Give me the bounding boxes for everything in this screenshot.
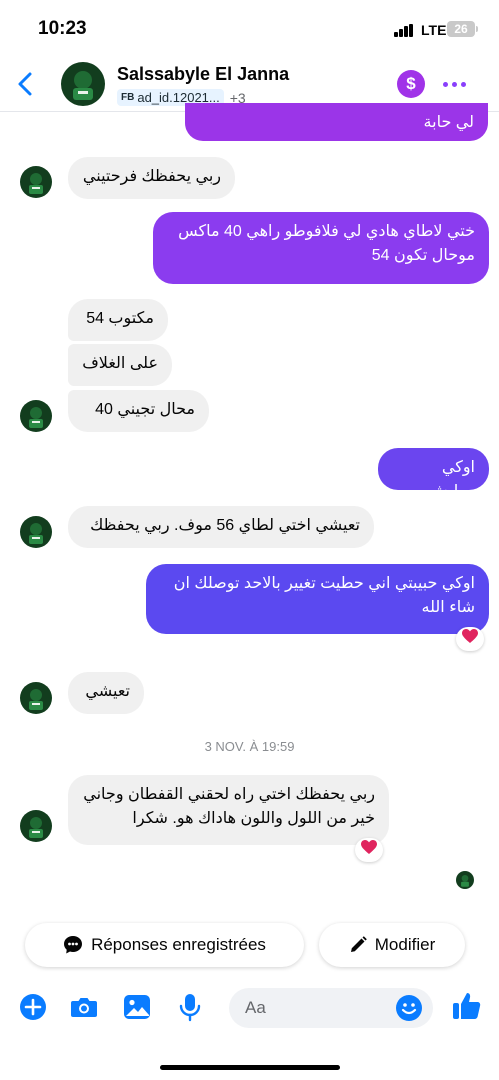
battery-icon: 26	[447, 21, 475, 37]
saved-replies-label: Réponses enregistrées	[91, 935, 266, 954]
sender-avatar[interactable]	[20, 166, 52, 198]
contact-name[interactable]: Salssabyle El Janna	[117, 64, 289, 85]
signal-icon	[394, 24, 416, 37]
status-time: 10:23	[38, 18, 87, 39]
message-bubble-outgoing[interactable]: اوكي حبيبتي اني حطيت تغيير بالاحد توصلك …	[146, 564, 489, 634]
message-bubble-outgoing[interactable]: لي حابة	[185, 103, 488, 141]
saved-replies-button[interactable]: Réponses enregistrées	[25, 923, 304, 967]
heart-icon[interactable]	[355, 838, 383, 862]
contact-avatar[interactable]	[61, 62, 105, 106]
message-input-placeholder: Aa	[245, 998, 266, 1017]
emoji-icon[interactable]	[395, 994, 423, 1022]
plus-icon[interactable]	[18, 992, 48, 1022]
timestamp-divider: 3 NOV. À 19:59	[204, 739, 295, 754]
thumbs-up-icon[interactable]	[451, 990, 483, 1022]
message-input[interactable]: Aa	[229, 988, 433, 1028]
sender-avatar[interactable]	[20, 400, 52, 432]
pencil-icon	[350, 936, 367, 952]
sender-avatar[interactable]	[20, 682, 52, 714]
home-indicator	[160, 1065, 340, 1070]
camera-icon[interactable]	[69, 992, 99, 1022]
more-icon[interactable]	[440, 70, 468, 98]
network-label: LTE	[421, 22, 447, 38]
message-bubble-outgoing[interactable]: ختي لاطاي هادي لي فلافوطو راهي 40 ماكس م…	[153, 212, 489, 284]
message-bubble-incoming[interactable]: على الغلاف	[68, 344, 172, 386]
sender-avatar[interactable]	[20, 516, 52, 548]
ad-prefix: FB	[121, 92, 135, 103]
back-button[interactable]	[10, 66, 40, 102]
gallery-icon[interactable]	[122, 992, 152, 1022]
edit-label: Modifier	[374, 935, 436, 954]
back-icon	[18, 72, 32, 96]
status-bar: 10:23 LTE 26	[0, 0, 499, 56]
message-bubble-incoming[interactable]: ربي يحفظك فرحتيني	[68, 157, 235, 199]
dollar-icon[interactable]: $	[397, 70, 425, 98]
message-bubble-incoming[interactable]: مكتوب 54	[68, 299, 168, 341]
heart-icon[interactable]	[456, 627, 484, 651]
edit-button[interactable]: Modifier	[319, 923, 465, 967]
battery-tip	[476, 26, 478, 32]
message-list: لي حابة ربي يحفظك فرحتيني ختي لاطاي هادي…	[0, 103, 499, 913]
microphone-icon[interactable]	[175, 992, 205, 1022]
message-bubble-incoming[interactable]: محال تجيني 40	[68, 390, 209, 432]
sender-avatar[interactable]	[20, 810, 52, 842]
message-bubble-outgoing[interactable]: اوكي معليش	[378, 448, 489, 500]
message-bubble-incoming[interactable]: ربي يحفظك اختي راه لحقني القفطان وجاني خ…	[68, 775, 389, 845]
seen-receipt-avatar	[456, 871, 474, 889]
message-bubble-incoming[interactable]: تعيشي	[68, 672, 144, 714]
message-bubble-incoming[interactable]: تعيشي اختي لطاي 56 موف. ربي يحفظك	[68, 506, 374, 548]
message-icon	[64, 936, 83, 954]
